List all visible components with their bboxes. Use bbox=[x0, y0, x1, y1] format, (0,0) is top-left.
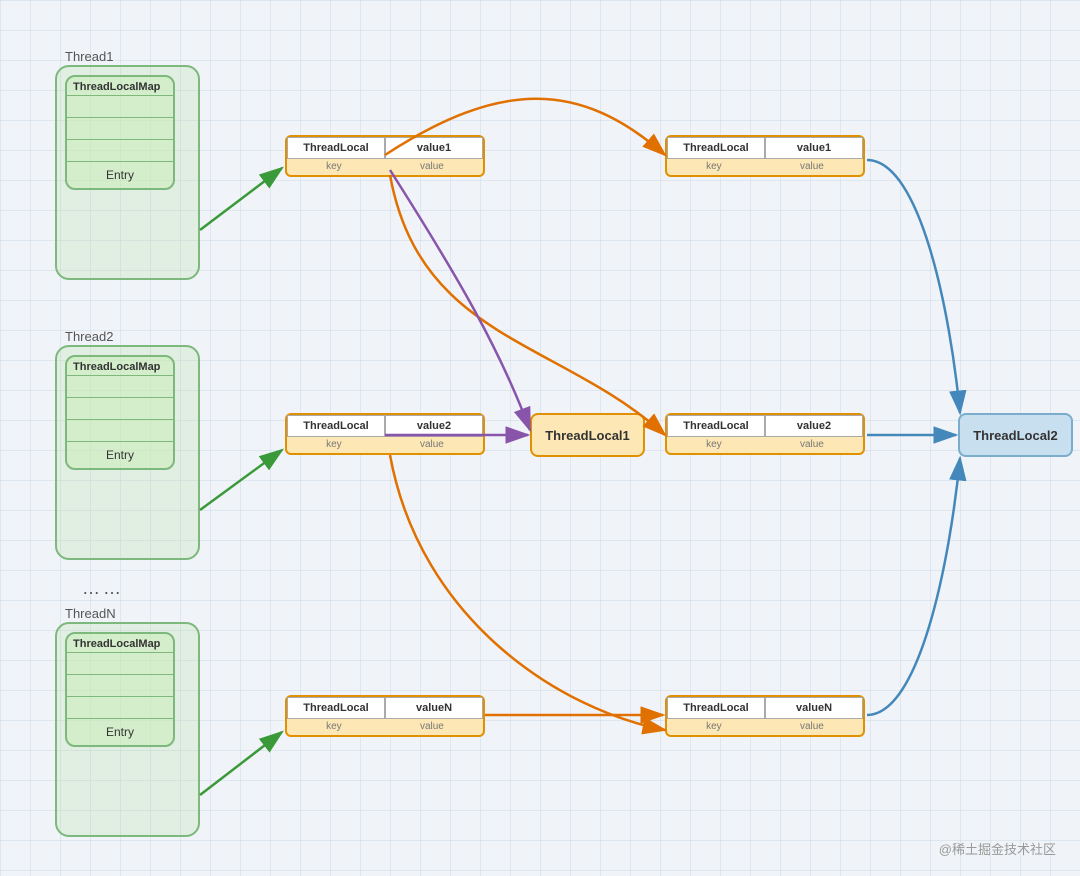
entryN-right-key-value: ThreadLocal bbox=[683, 702, 748, 714]
entry2-right: ThreadLocal value2 key value bbox=[665, 413, 865, 455]
threadN-map: ThreadLocalMap Entry bbox=[65, 632, 175, 747]
entry1-right-key-label: key bbox=[706, 161, 722, 172]
entry1-left-val-cell: value1 bbox=[385, 137, 483, 159]
threadN-label: ThreadN bbox=[65, 606, 116, 621]
entry1-right-key-cell: ThreadLocal bbox=[667, 137, 765, 159]
entryN-left-val-label: value bbox=[420, 721, 444, 732]
entry1-left-key-label: key bbox=[326, 161, 342, 172]
entry2-right-val-cell: value2 bbox=[765, 415, 863, 437]
thread2-map: ThreadLocalMap Entry bbox=[65, 355, 175, 470]
entryN-right-val-cell: valueN bbox=[765, 697, 863, 719]
entryN-right: ThreadLocal valueN key value bbox=[665, 695, 865, 737]
thread1-label: Thread1 bbox=[65, 49, 113, 64]
thread1-row3 bbox=[67, 140, 173, 162]
entry1-left-val-label: value bbox=[420, 161, 444, 172]
threadlocal1-node: ThreadLocal1 bbox=[530, 413, 645, 457]
blue-arrow-re1-tl2 bbox=[867, 160, 960, 413]
threadlocal2-label: ThreadLocal2 bbox=[973, 428, 1058, 443]
entry1-left-key-value: ThreadLocal bbox=[303, 142, 368, 154]
entry2-right-key-value: ThreadLocal bbox=[683, 420, 748, 432]
entry1-right-key-value: ThreadLocal bbox=[683, 142, 748, 154]
green-arrow-tN-eN bbox=[200, 732, 282, 795]
entry1-left: ThreadLocal value1 key value bbox=[285, 135, 485, 177]
entry2-left-key-value: ThreadLocal bbox=[303, 420, 368, 432]
threadN-entry-label: Entry bbox=[67, 719, 173, 745]
entryN-left-key-value: ThreadLocal bbox=[303, 702, 368, 714]
threadN-container: ThreadN ThreadLocalMap Entry bbox=[55, 622, 200, 837]
entry2-left-key-label: key bbox=[326, 439, 342, 450]
purple-arrow-e1-tl1 bbox=[390, 170, 530, 430]
entry2-left-val-label: value bbox=[420, 439, 444, 450]
entryN-right-val-label: value bbox=[800, 721, 824, 732]
entry2-right-val-label: value bbox=[800, 439, 824, 450]
entry2-left-val-value: value2 bbox=[417, 420, 451, 432]
entryN-left: ThreadLocal valueN key value bbox=[285, 695, 485, 737]
thread1-map-title: ThreadLocalMap bbox=[67, 77, 173, 96]
entry2-left-key-cell: ThreadLocal bbox=[287, 415, 385, 437]
entry2-right-val-value: value2 bbox=[797, 420, 831, 432]
watermark: @稀土掘金技术社区 bbox=[939, 839, 1056, 858]
entryN-left-val-cell: valueN bbox=[385, 697, 483, 719]
entryN-right-val-value: valueN bbox=[796, 702, 832, 714]
threadN-row2 bbox=[67, 675, 173, 697]
entry1-right-val-label: value bbox=[800, 161, 824, 172]
threadN-row3 bbox=[67, 697, 173, 719]
thread2-container: Thread2 ThreadLocalMap Entry bbox=[55, 345, 200, 560]
orange-arc-e2-reN bbox=[390, 455, 665, 730]
orange-arc-e1-re2 bbox=[390, 175, 665, 435]
threadN-map-title: ThreadLocalMap bbox=[67, 634, 173, 653]
entry1-left-val-value: value1 bbox=[417, 142, 451, 154]
thread2-map-title: ThreadLocalMap bbox=[67, 357, 173, 376]
entryN-right-key-cell: ThreadLocal bbox=[667, 697, 765, 719]
thread2-row1 bbox=[67, 376, 173, 398]
entry2-left-val-cell: value2 bbox=[385, 415, 483, 437]
entryN-left-val-value: valueN bbox=[416, 702, 452, 714]
threadlocal2-node: ThreadLocal2 bbox=[958, 413, 1073, 457]
green-arrow-t1-e1 bbox=[200, 168, 282, 230]
entry2-left: ThreadLocal value2 key value bbox=[285, 413, 485, 455]
entry1-left-key-cell: ThreadLocal bbox=[287, 137, 385, 159]
thread1-map: ThreadLocalMap Entry bbox=[65, 75, 175, 190]
threadlocal1-label: ThreadLocal1 bbox=[545, 428, 630, 443]
thread2-row3 bbox=[67, 420, 173, 442]
entryN-left-key-label: key bbox=[326, 721, 342, 732]
entryN-right-key-label: key bbox=[706, 721, 722, 732]
entry2-right-key-cell: ThreadLocal bbox=[667, 415, 765, 437]
threadN-row1 bbox=[67, 653, 173, 675]
thread1-row1 bbox=[67, 96, 173, 118]
entry2-right-key-label: key bbox=[706, 439, 722, 450]
thread2-entry-label: Entry bbox=[67, 442, 173, 468]
thread1-entry-label: Entry bbox=[67, 162, 173, 188]
dots-label: …… bbox=[82, 578, 124, 599]
entry1-right-val-cell: value1 bbox=[765, 137, 863, 159]
entryN-left-key-cell: ThreadLocal bbox=[287, 697, 385, 719]
blue-arrow-reN-tl2 bbox=[867, 458, 960, 715]
entry1-right-val-value: value1 bbox=[797, 142, 831, 154]
entry1-right: ThreadLocal value1 key value bbox=[665, 135, 865, 177]
thread2-row2 bbox=[67, 398, 173, 420]
thread2-label: Thread2 bbox=[65, 329, 113, 344]
green-arrow-t2-e2 bbox=[200, 450, 282, 510]
thread1-row2 bbox=[67, 118, 173, 140]
thread1-container: Thread1 ThreadLocalMap Entry bbox=[55, 65, 200, 280]
